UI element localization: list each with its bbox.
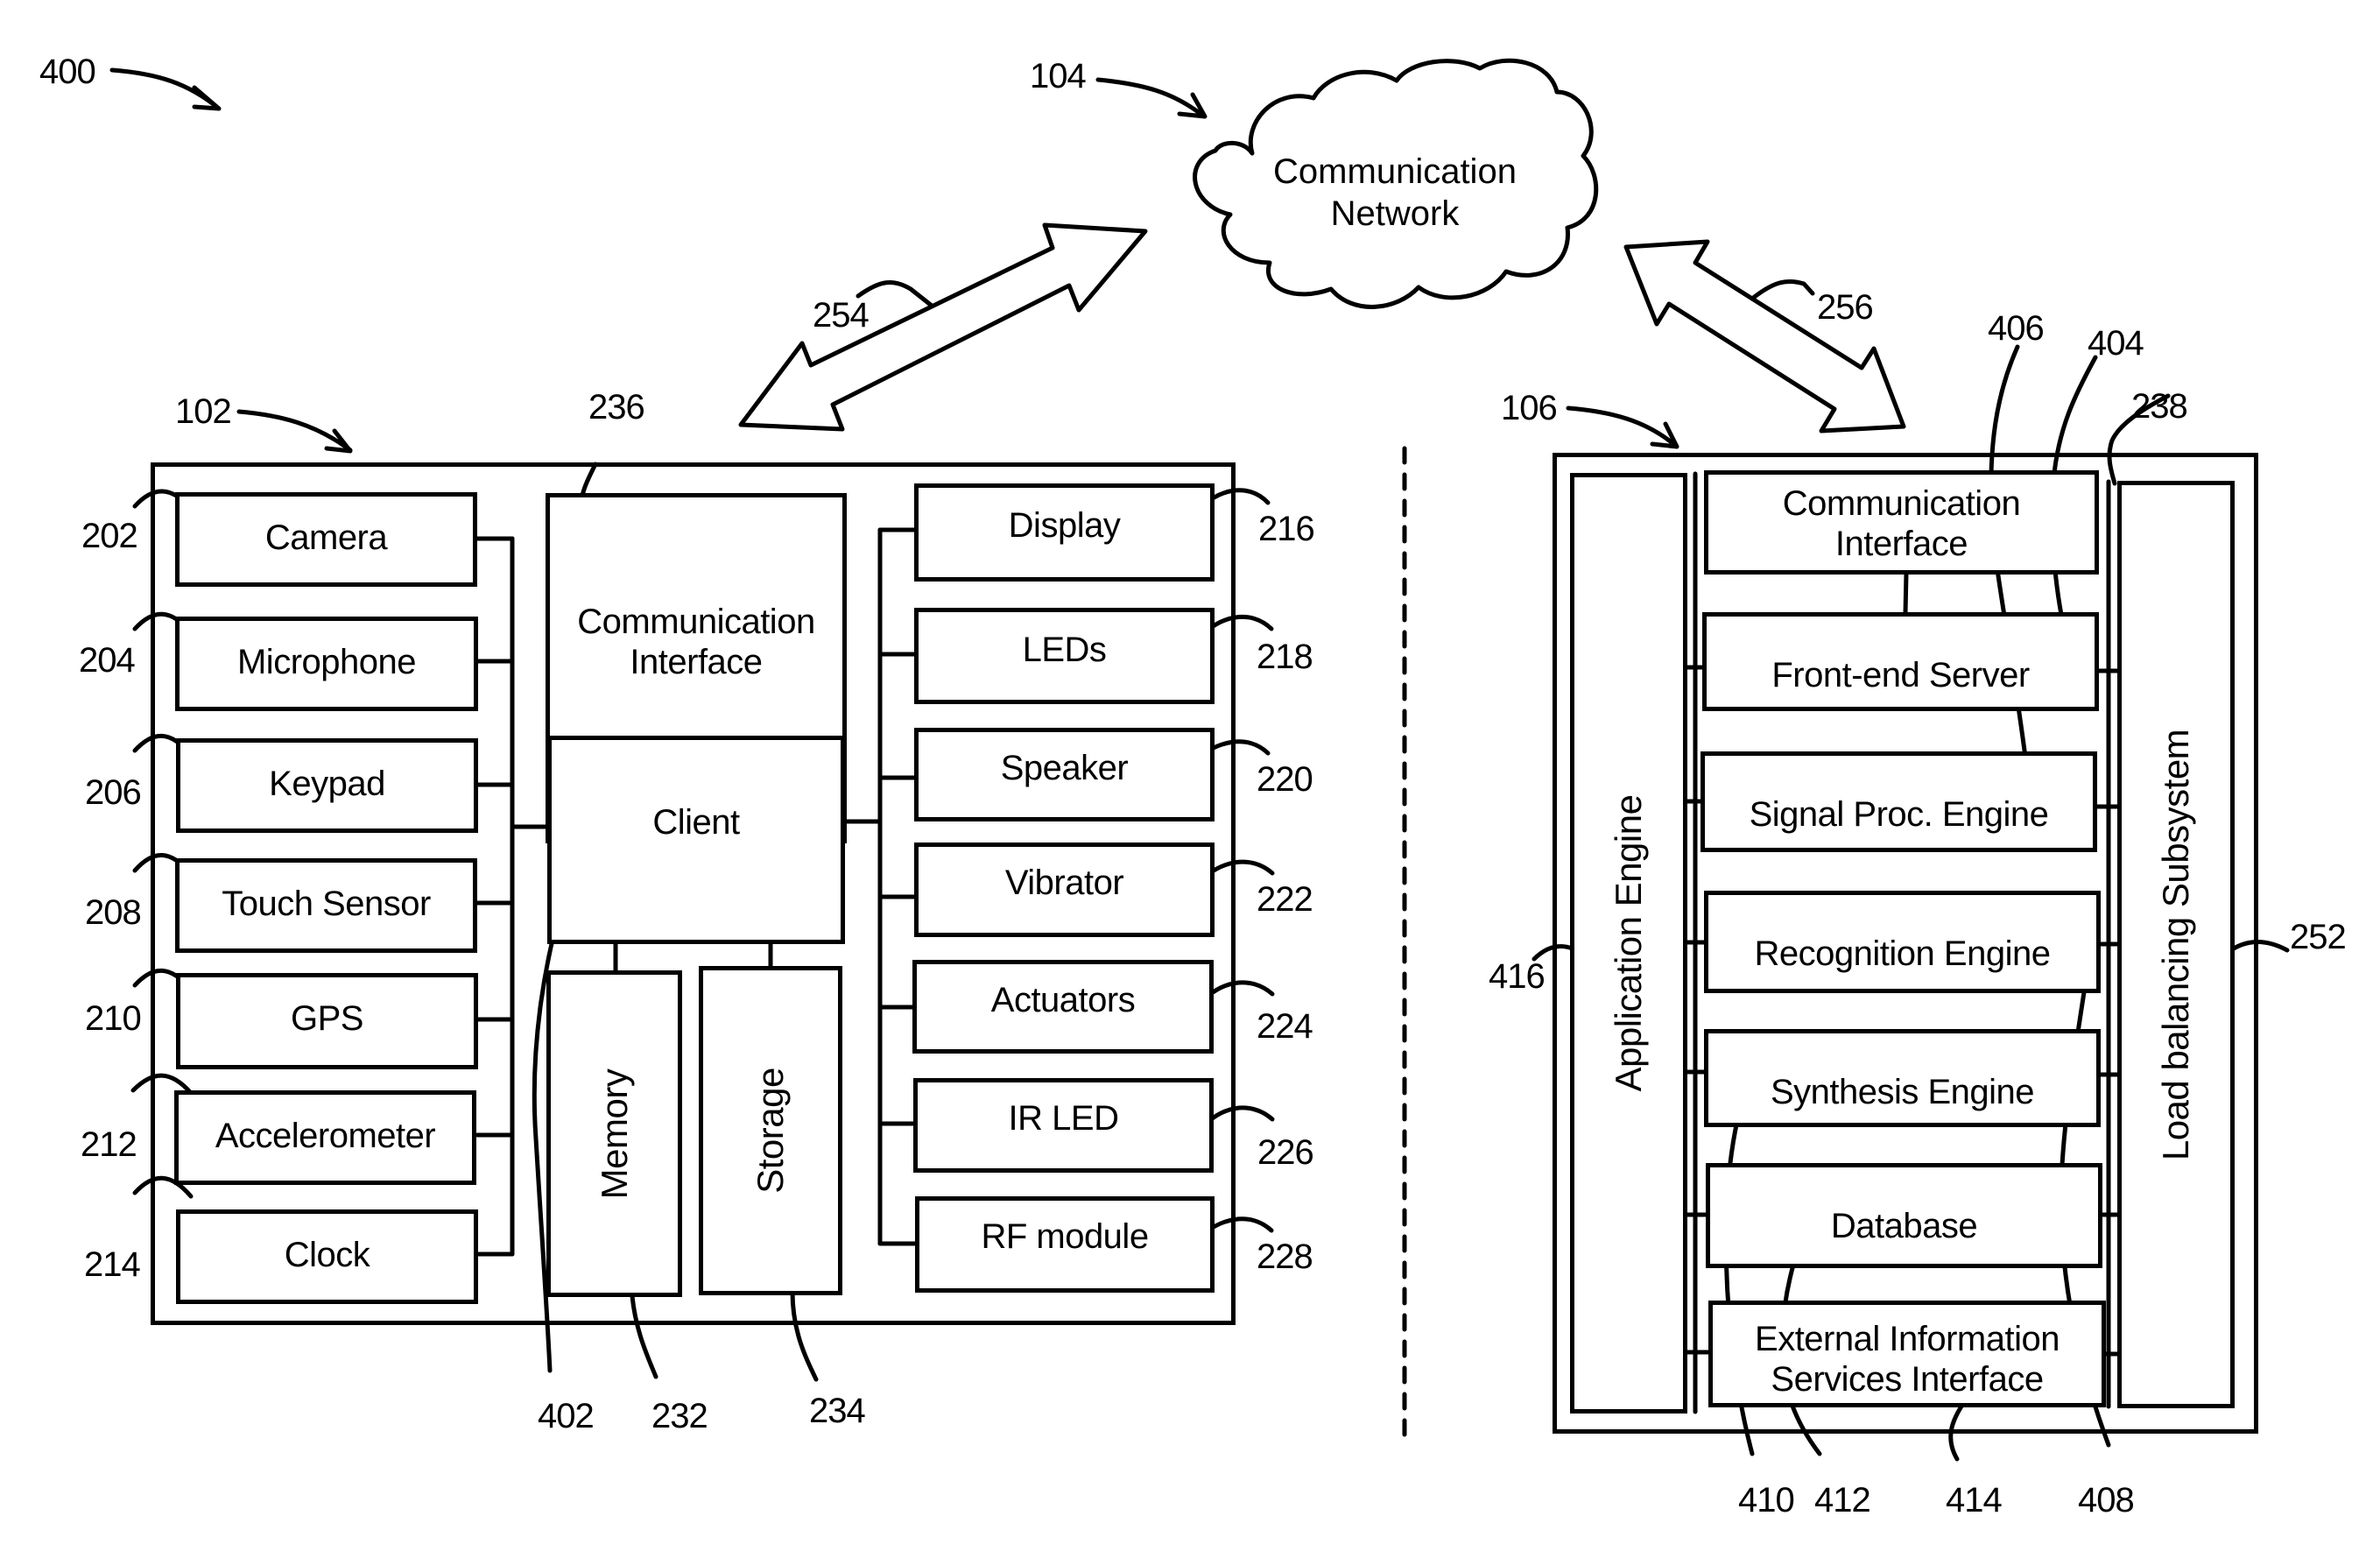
external-info-line1: External Information (1755, 1320, 2060, 1358)
ref-label-106: 106 (1501, 389, 1558, 427)
ref-label-416: 416 (1489, 957, 1546, 996)
component-actuators: Actuators (912, 960, 1214, 1054)
ref-256-pointer (1750, 279, 1815, 301)
component-speaker: Speaker (914, 728, 1215, 821)
ref-254-pointer (856, 279, 934, 308)
ref-label-234: 234 (809, 1392, 866, 1430)
ref-label-214: 214 (84, 1245, 141, 1284)
synthesis-engine: Synthesis Engine (1704, 1029, 2101, 1127)
front-end-server: Front-end Server (1702, 612, 2099, 711)
ref-label-406: 406 (1988, 309, 2045, 348)
external-info-services-interface: External Information Services Interface (1708, 1301, 2106, 1407)
component-clock: Clock (176, 1209, 478, 1304)
ref-label-210: 210 (85, 999, 142, 1038)
load-balancing-subsystem: Load balancing Subsystem (2117, 481, 2235, 1408)
ref-102-pointer (236, 409, 353, 454)
ref-label-400: 400 (39, 53, 96, 91)
comm-interface-line2: Interface (630, 643, 763, 681)
signal-proc-engine: Signal Proc. Engine (1701, 751, 2097, 852)
ref-104-pointer (1095, 77, 1208, 119)
ref-label-212: 212 (81, 1125, 137, 1164)
ref-label-410: 410 (1738, 1481, 1795, 1519)
application-engine: Application Engine (1570, 473, 1687, 1414)
ref-label-202: 202 (81, 517, 138, 555)
component-ir-led: IR LED (913, 1078, 1214, 1173)
storage-module: Storage (699, 966, 842, 1295)
component-vibrator: Vibrator (914, 843, 1215, 937)
ref-label-408: 408 (2078, 1481, 2135, 1519)
network-label-line2: Network (1330, 194, 1460, 233)
ref-label-102: 102 (175, 392, 232, 431)
ref-label-224: 224 (1257, 1007, 1313, 1046)
network-label: Communication Network (1237, 151, 1553, 235)
ref-label-228: 228 (1257, 1237, 1313, 1276)
ref-106-pointer (1566, 405, 1679, 449)
ref-label-414: 414 (1946, 1481, 2003, 1519)
patent-figure: 400 104 254 256 102 106 236 Camera Micro… (0, 0, 2380, 1544)
network-label-line1: Communication (1273, 152, 1517, 191)
component-accelerometer: Accelerometer (174, 1090, 476, 1185)
ref-label-238: 238 (2131, 387, 2188, 426)
ref-label-222: 222 (1257, 880, 1313, 919)
component-camera: Camera (175, 492, 477, 587)
ref-label-104: 104 (1030, 57, 1087, 95)
ref-label-232: 232 (651, 1397, 708, 1435)
component-display: Display (914, 483, 1215, 582)
client-module: Client (547, 736, 845, 944)
ref-label-236: 236 (588, 388, 645, 427)
ref-label-252: 252 (2290, 918, 2347, 956)
ref-label-218: 218 (1257, 638, 1313, 676)
ref-label-208: 208 (85, 893, 142, 932)
ref-label-216: 216 (1258, 510, 1315, 548)
ref-label-402: 402 (538, 1397, 595, 1435)
component-microphone: Microphone (175, 617, 478, 711)
component-rf-module: RF module (915, 1196, 1215, 1293)
ref-label-226: 226 (1257, 1133, 1314, 1172)
recognition-engine: Recognition Engine (1704, 891, 2101, 993)
ref-label-204: 204 (79, 641, 136, 680)
ref-label-220: 220 (1257, 760, 1313, 799)
component-leds: LEDs (914, 608, 1215, 704)
ref-label-412: 412 (1814, 1481, 1871, 1519)
server-comm-interface: Communication Interface (1704, 470, 2099, 575)
ref-label-404: 404 (2088, 324, 2144, 363)
memory-module: Memory (546, 970, 682, 1297)
external-info-line2: Services Interface (1771, 1360, 2044, 1399)
ref-label-256: 256 (1817, 288, 1874, 327)
ref-400-pointer (109, 67, 222, 111)
link-256-arrow (1623, 239, 1906, 434)
component-touch-sensor: Touch Sensor (175, 858, 477, 953)
link-254-arrow (738, 222, 1148, 432)
database: Database (1706, 1163, 2102, 1268)
server-comm-line2: Interface (1834, 525, 1968, 563)
comm-interface-line1: Communication (577, 603, 815, 641)
ref-label-206: 206 (85, 773, 142, 812)
ref-label-254: 254 (813, 296, 870, 335)
component-gps: GPS (176, 973, 478, 1069)
server-comm-line1: Communication (1782, 484, 2021, 523)
component-keypad: Keypad (176, 738, 478, 833)
